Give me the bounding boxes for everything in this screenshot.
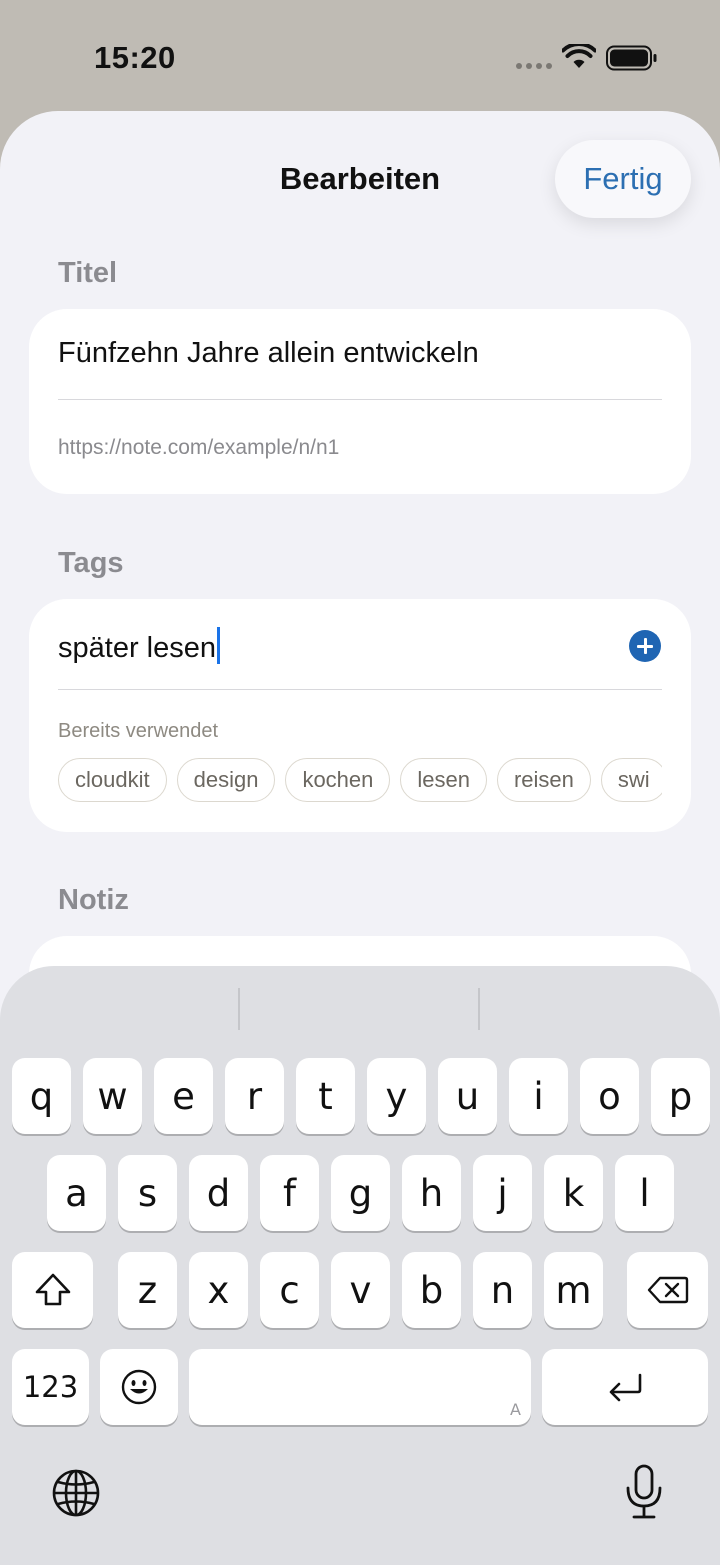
emoji-icon [121,1369,157,1405]
return-key[interactable] [542,1349,708,1425]
tag-chip[interactable]: design [176,758,276,802]
key-t[interactable]: t [296,1058,355,1134]
backspace-icon [647,1276,688,1304]
key-p[interactable]: p [651,1058,710,1134]
key-d[interactable]: d [189,1155,248,1231]
key-c[interactable]: c [260,1252,319,1328]
globe-icon[interactable] [51,1468,101,1518]
key-i[interactable]: i [509,1058,568,1134]
key-k[interactable]: k [544,1155,603,1231]
text-cursor [217,627,220,664]
tag-chip[interactable]: cloudkit [58,758,167,802]
cellular-signal-icon [516,63,552,69]
key-q[interactable]: q [12,1058,71,1134]
key-y[interactable]: y [367,1058,426,1134]
status-bar: 15:20 [0,0,720,112]
key-x[interactable]: x [189,1252,248,1328]
key-h[interactable]: h [402,1155,461,1231]
used-tags-label: Bereits verwendet [58,720,219,742]
note-section-label: Notiz [58,884,129,916]
backspace-key[interactable] [627,1252,708,1328]
key-s[interactable]: s [118,1155,177,1231]
title-card: Fünfzehn Jahre allein entwickeln https:/… [29,309,691,494]
space-key[interactable]: A [189,1349,531,1425]
tag-chip[interactable]: kochen [285,758,391,802]
key-l[interactable]: l [615,1155,674,1231]
key-v[interactable]: v [331,1252,390,1328]
tag-chip[interactable]: reisen [496,758,591,802]
shift-key[interactable] [12,1252,93,1328]
tag-chip[interactable]: swi [600,758,662,802]
key-w[interactable]: w [83,1058,142,1134]
status-time: 15:20 [94,40,176,75]
emoji-key[interactable] [100,1349,178,1425]
microphone-icon[interactable] [624,1464,664,1520]
return-icon [609,1373,642,1402]
divider [58,399,662,400]
key-n[interactable]: n [473,1252,532,1328]
key-e[interactable]: e [154,1058,213,1134]
key-z[interactable]: z [118,1252,177,1328]
title-field[interactable]: Fünfzehn Jahre allein entwickeln [58,337,479,370]
suggestion-separator [478,988,480,1030]
numbers-key[interactable]: 123 [12,1349,89,1425]
used-tags-list: cloudkit design kochen lesen reisen swi [58,758,662,804]
key-b[interactable]: b [402,1252,461,1328]
key-r[interactable]: r [225,1058,284,1134]
url-field[interactable]: https://note.com/example/n/n1 [58,436,339,460]
space-key-hint: A [510,1400,521,1419]
key-o[interactable]: o [580,1058,639,1134]
divider [58,689,662,690]
tag-input-text: später lesen [58,632,216,664]
tag-chip[interactable]: lesen [400,758,487,802]
key-g[interactable]: g [331,1155,390,1231]
add-tag-button[interactable] [629,630,661,662]
key-j[interactable]: j [473,1155,532,1231]
suggestion-separator [238,988,240,1030]
key-f[interactable]: f [260,1155,319,1231]
key-u[interactable]: u [438,1058,497,1134]
wifi-icon [562,44,596,68]
done-button[interactable]: Fertig [555,140,691,218]
title-section-label: Titel [58,257,118,289]
tags-card: später lesen Bereits verwendet cloudkit … [29,599,691,832]
tag-input[interactable]: später lesen [58,627,220,665]
tags-section-label: Tags [58,547,124,579]
battery-icon [606,45,657,71]
key-a[interactable]: a [47,1155,106,1231]
shift-icon [35,1273,70,1306]
keyboard: q w e r t y u i o p a s d f g h j k l z … [0,966,720,1565]
key-m[interactable]: m [544,1252,603,1328]
